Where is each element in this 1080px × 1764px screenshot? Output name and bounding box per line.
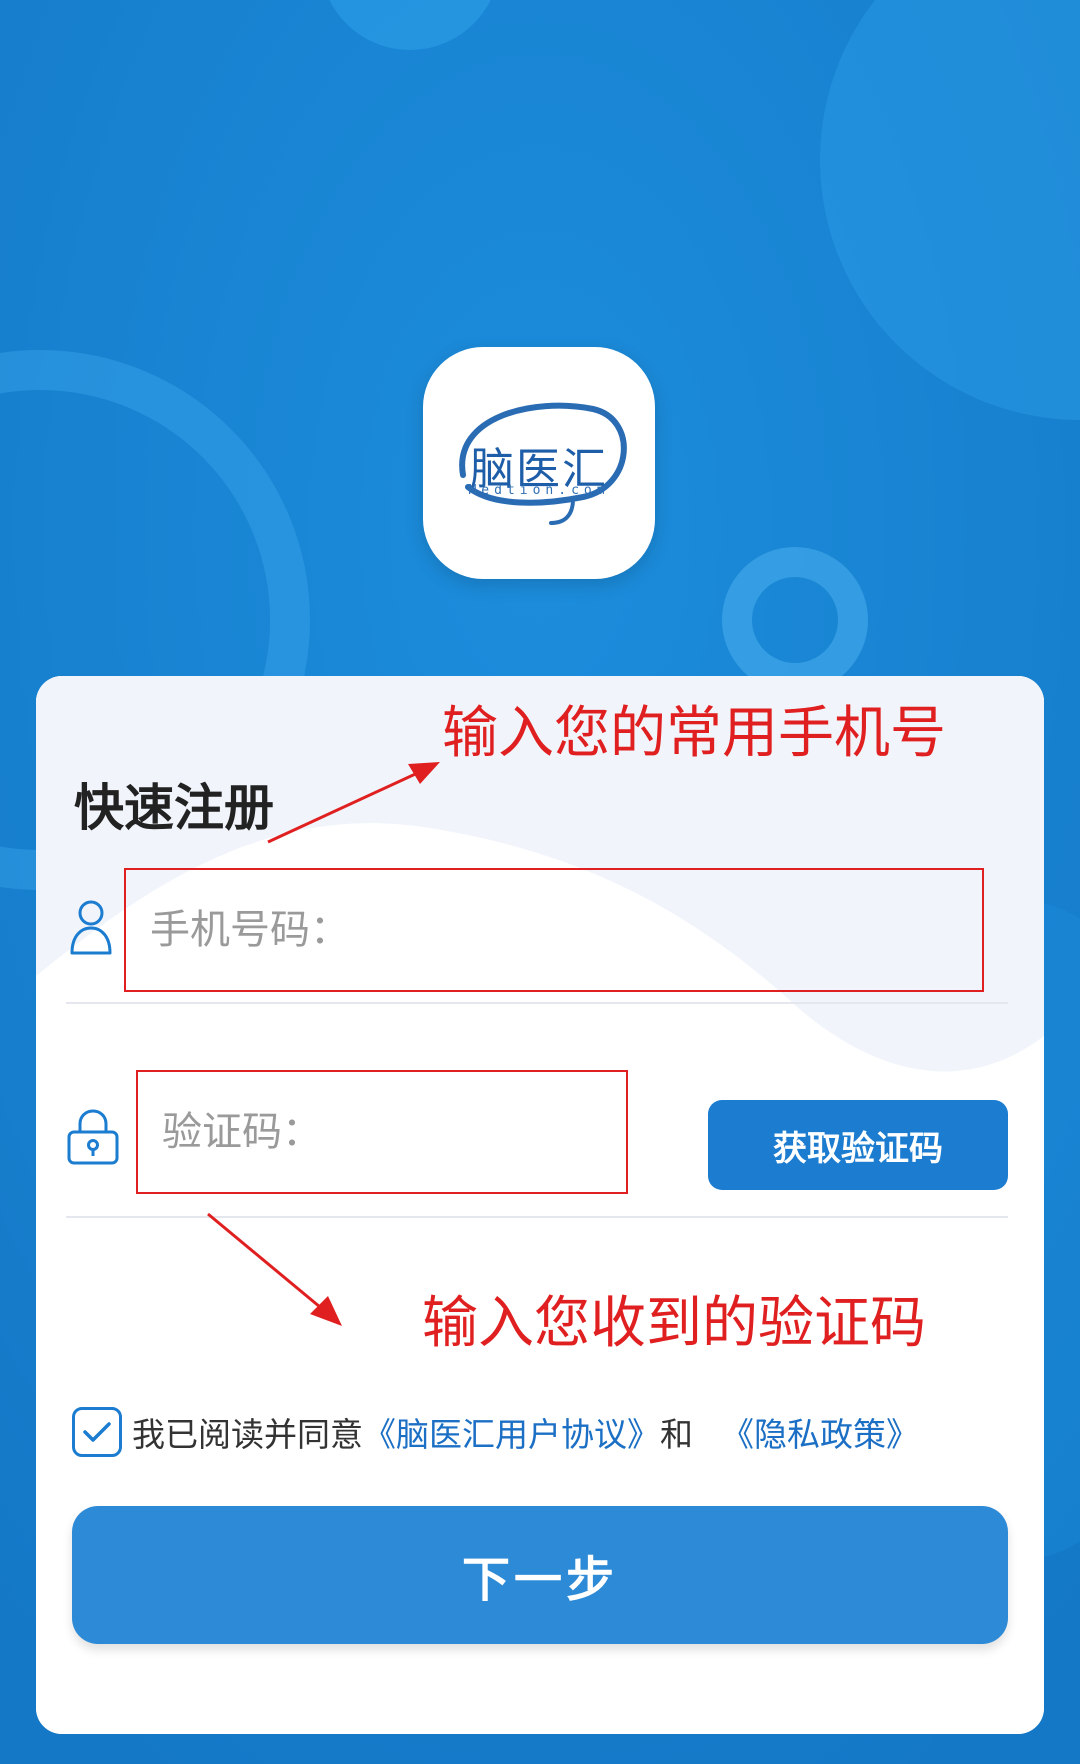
agreement-prefix: 我已阅读并同意 [132, 1415, 363, 1454]
verification-code-input[interactable] [136, 1070, 628, 1194]
registration-screen: 脑医汇 Medtion.com 输入您的常用手机号 快速注册 获取验证码 输入您… [0, 0, 1080, 1764]
annotation-code-hint: 输入您收到的验证码 [422, 1291, 926, 1356]
agreement-row: 我已阅读并同意 《脑医汇用户协议》 和 《隐私政策》 [72, 1404, 919, 1460]
privacy-policy-link[interactable]: 《隐私政策》 [721, 1408, 919, 1456]
phone-divider [66, 1002, 1008, 1004]
agreement-checkbox[interactable] [72, 1407, 122, 1457]
annotation-phone-hint: 输入您的常用手机号 [442, 701, 946, 766]
page-title: 快速注册 [74, 779, 274, 837]
app-logo: 脑医汇 Medtion.com [423, 347, 655, 579]
next-step-button[interactable]: 下一步 [72, 1506, 1008, 1644]
agreement-and: 和 [660, 1415, 693, 1454]
user-agreement-link[interactable]: 《脑医汇用户协议》 [363, 1408, 660, 1456]
phone-input[interactable] [124, 868, 984, 992]
check-icon [83, 1422, 111, 1442]
code-divider [66, 1216, 1008, 1218]
logo-text-en: Medtion.com [468, 483, 610, 498]
user-icon [70, 900, 112, 955]
get-verification-code-button[interactable]: 获取验证码 [708, 1100, 1008, 1190]
lock-icon [67, 1109, 119, 1165]
registration-card: 输入您的常用手机号 快速注册 获取验证码 输入您收到的验证码 [36, 676, 1044, 1734]
